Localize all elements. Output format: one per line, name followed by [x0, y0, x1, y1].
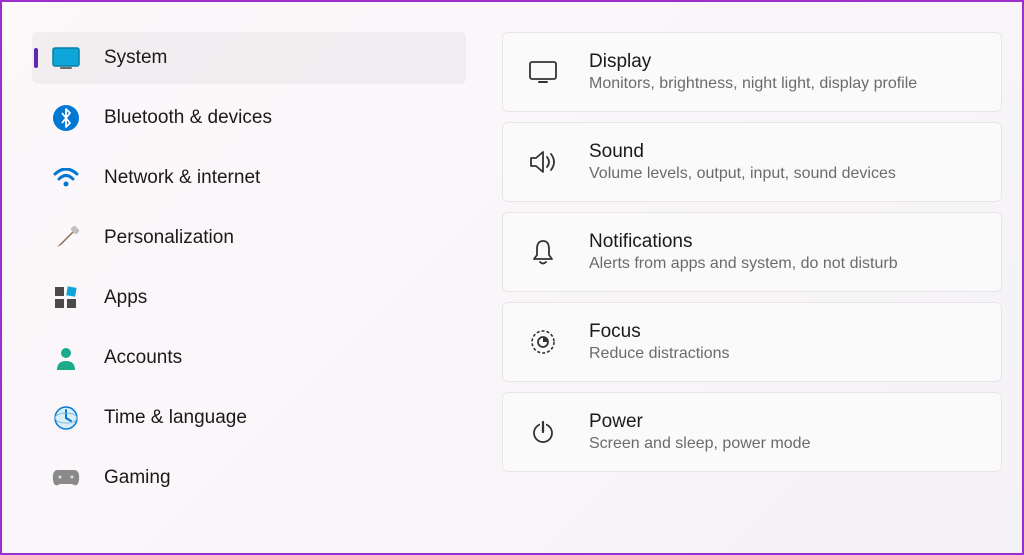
card-text: Power Screen and sleep, power mode: [589, 411, 981, 453]
sidebar-item-bluetooth[interactable]: Bluetooth & devices: [32, 92, 466, 144]
card-text: Display Monitors, brightness, night ligh…: [589, 51, 981, 93]
sound-icon: [527, 146, 559, 178]
card-text: Sound Volume levels, output, input, soun…: [589, 141, 981, 183]
paintbrush-icon: [52, 224, 80, 252]
card-notifications[interactable]: Notifications Alerts from apps and syste…: [502, 212, 1002, 292]
card-desc: Alerts from apps and system, do not dist…: [589, 255, 981, 273]
apps-icon: [52, 284, 80, 312]
focus-icon: [527, 326, 559, 358]
sidebar-item-network[interactable]: Network & internet: [32, 152, 466, 204]
sidebar-item-label: Personalization: [104, 227, 234, 249]
system-icon: [52, 44, 80, 72]
sidebar-item-accounts[interactable]: Accounts: [32, 332, 466, 384]
card-power[interactable]: Power Screen and sleep, power mode: [502, 392, 1002, 472]
sidebar-item-label: Accounts: [104, 347, 182, 369]
sidebar-item-personalization[interactable]: Personalization: [32, 212, 466, 264]
sidebar-item-label: Time & language: [104, 407, 247, 429]
card-sound[interactable]: Sound Volume levels, output, input, soun…: [502, 122, 1002, 202]
sidebar-item-label: Bluetooth & devices: [104, 107, 272, 129]
card-title: Notifications: [589, 231, 981, 253]
card-text: Notifications Alerts from apps and syste…: [589, 231, 981, 273]
bluetooth-icon: [52, 104, 80, 132]
clock-globe-icon: [52, 404, 80, 432]
power-icon: [527, 416, 559, 448]
card-title: Focus: [589, 321, 981, 343]
content-area: Display Monitors, brightness, night ligh…: [482, 12, 1022, 553]
card-desc: Reduce distractions: [589, 345, 981, 363]
sidebar-item-label: System: [104, 47, 167, 69]
sidebar-item-label: Apps: [104, 287, 147, 309]
display-icon: [527, 56, 559, 88]
sidebar-item-gaming[interactable]: Gaming: [32, 452, 466, 504]
card-display[interactable]: Display Monitors, brightness, night ligh…: [502, 32, 1002, 112]
card-desc: Monitors, brightness, night light, displ…: [589, 75, 981, 93]
card-desc: Screen and sleep, power mode: [589, 435, 981, 453]
sidebar-item-label: Network & internet: [104, 167, 260, 189]
gamepad-icon: [52, 464, 80, 492]
bell-icon: [527, 236, 559, 268]
person-icon: [52, 344, 80, 372]
wifi-icon: [52, 164, 80, 192]
card-title: Sound: [589, 141, 981, 163]
sidebar-item-system[interactable]: System: [32, 32, 466, 84]
card-desc: Volume levels, output, input, sound devi…: [589, 165, 981, 183]
card-title: Display: [589, 51, 981, 73]
sidebar-item-apps[interactable]: Apps: [32, 272, 466, 324]
card-text: Focus Reduce distractions: [589, 321, 981, 363]
card-focus[interactable]: Focus Reduce distractions: [502, 302, 1002, 382]
sidebar: System Bluetooth & devices Network & int…: [2, 12, 482, 553]
sidebar-item-time-language[interactable]: Time & language: [32, 392, 466, 444]
sidebar-item-label: Gaming: [104, 467, 171, 489]
card-title: Power: [589, 411, 981, 433]
